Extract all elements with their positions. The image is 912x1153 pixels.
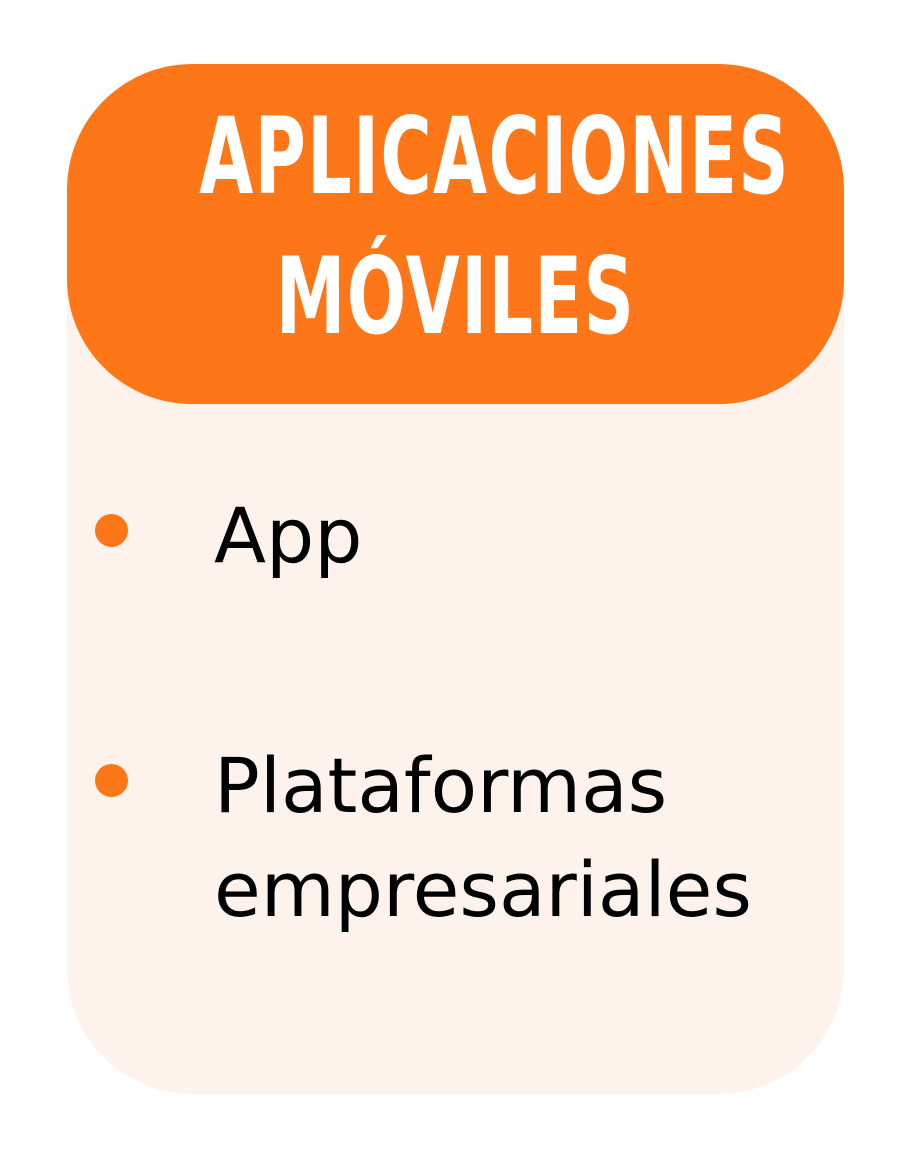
list-item-label: App: [214, 491, 363, 580]
card-title-line-1: APLICACIONES: [199, 95, 791, 218]
card-header: APLICACIONES MÓVILES: [67, 64, 844, 404]
list-item-label: Plataformas empresariales: [214, 741, 752, 934]
bullet-dot-icon: [95, 764, 128, 797]
bullet-dot-icon: [95, 514, 128, 547]
card-title-line-2: MÓVILES: [275, 235, 636, 358]
